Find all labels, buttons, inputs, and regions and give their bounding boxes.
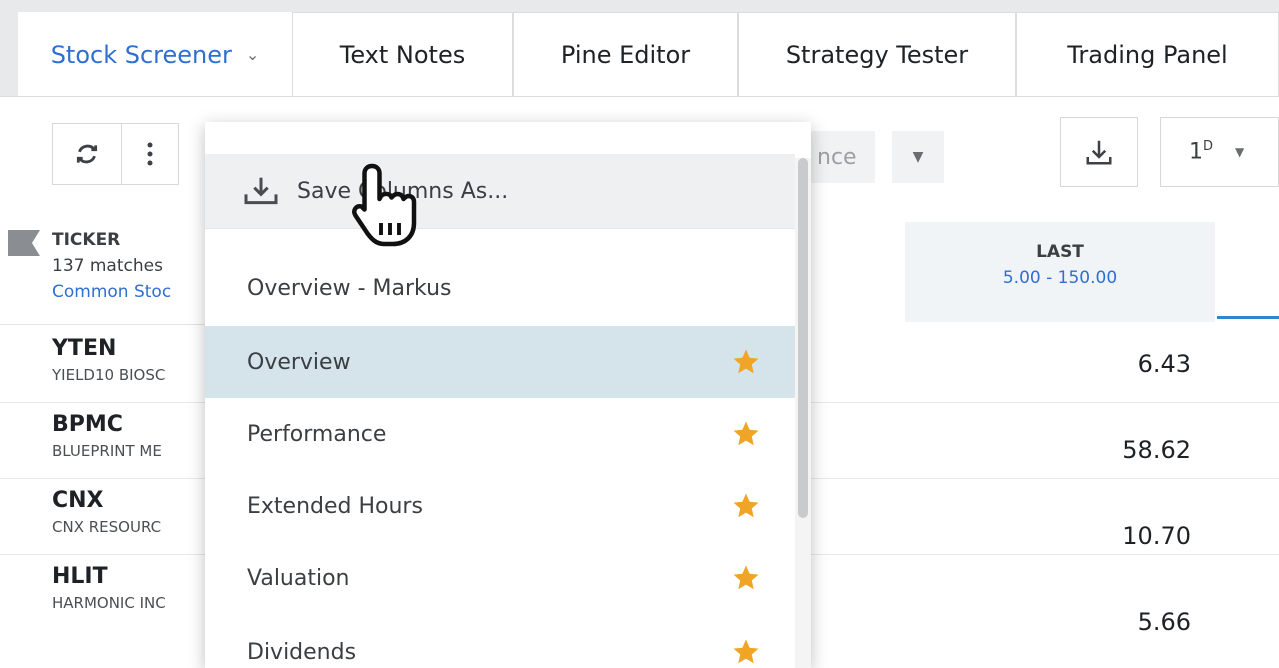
refresh-button[interactable] [52, 123, 122, 185]
tab-strategy-tester[interactable]: Strategy Tester [738, 12, 1016, 96]
tab-stock-screener[interactable]: Stock Screener ⌄ [18, 12, 292, 96]
tab-text-notes[interactable]: Text Notes [292, 12, 513, 96]
column-set-label: Extended Hours [247, 493, 423, 519]
dropdown-scrollbar[interactable] [795, 158, 811, 668]
star-icon[interactable] [731, 419, 761, 449]
chevron-down-icon[interactable]: ⌄ [246, 45, 259, 64]
filter-select-value: nce [817, 144, 857, 170]
column-set-item[interactable]: Performance [205, 398, 795, 470]
interval-value: 1D [1189, 139, 1214, 165]
more-vertical-icon [147, 142, 153, 166]
last-header-label: LAST [1036, 242, 1084, 262]
last-column-header[interactable]: LAST 5.00 - 150.00 [905, 222, 1215, 322]
column-set-item[interactable]: Dividends [205, 616, 795, 668]
last-range: 5.00 - 150.00 [1002, 268, 1118, 288]
column-set-item[interactable]: Overview - Markus [205, 252, 795, 324]
row-last-price: 10.70 [1122, 522, 1191, 550]
column-set-label: Overview - Markus [247, 275, 452, 301]
column-sets-dropdown: Save Columns As... Overview - Markus Ove… [205, 122, 811, 668]
filter-select[interactable]: nce [805, 131, 875, 183]
row-last-price: 5.66 [1137, 608, 1191, 636]
row-company-name: BLUEPRINT ME [52, 442, 162, 460]
column-set-label: Dividends [247, 639, 357, 665]
column-set-label: Valuation [247, 565, 350, 591]
star-icon[interactable] [731, 563, 761, 593]
caret-down-icon: ▼ [912, 149, 924, 165]
row-symbol: YTEN [52, 336, 117, 361]
column-set-label: Overview [247, 349, 351, 375]
column-set-item[interactable]: Overview [205, 326, 795, 398]
screener-window: Stock Screener ⌄ Text Notes Pine Editor … [0, 0, 1279, 668]
download-icon [244, 177, 278, 205]
tab-label: Strategy Tester [785, 40, 969, 69]
star-icon[interactable] [731, 491, 761, 521]
row-last-price: 58.62 [1122, 436, 1191, 464]
tab-pine-editor[interactable]: Pine Editor [513, 12, 738, 96]
more-options-button[interactable] [121, 123, 179, 185]
caret-down-icon: ▼ [1235, 145, 1245, 159]
scrollbar-thumb[interactable] [798, 158, 808, 518]
star-icon[interactable] [731, 347, 761, 377]
ticker-column-header[interactable]: TICKER 137 matches Common Stoc [0, 212, 210, 325]
export-button[interactable] [1060, 117, 1138, 187]
row-company-name: CNX RESOURC [52, 518, 162, 536]
row-company-name: HARMONIC INC [52, 594, 166, 612]
row-symbol: HLIT [52, 564, 108, 589]
refresh-icon [76, 144, 98, 164]
row-last-price: 6.43 [1137, 350, 1191, 378]
column-set-item[interactable]: Valuation [205, 542, 795, 614]
row-company-name: YIELD10 BIOSC [52, 366, 166, 384]
sort-indicator [1217, 316, 1279, 319]
divider [205, 228, 795, 229]
tab-label: Stock Screener [50, 40, 232, 69]
save-columns-as-item[interactable]: Save Columns As... [205, 154, 795, 228]
interval-select[interactable]: 1D ▼ [1160, 117, 1279, 187]
tab-trading-panel[interactable]: Trading Panel [1016, 12, 1279, 96]
column-set-label: Performance [247, 421, 387, 447]
matches-count: 137 matches [52, 256, 163, 276]
star-icon[interactable] [731, 637, 761, 667]
tab-label: Trading Panel [1067, 40, 1228, 69]
row-symbol: CNX [52, 488, 104, 513]
tab-label: Pine Editor [560, 40, 691, 69]
filter-type-link[interactable]: Common Stoc [52, 282, 204, 302]
tab-label: Text Notes [339, 40, 466, 69]
download-icon [1086, 140, 1112, 165]
flag-icon[interactable] [8, 230, 40, 256]
tab-bar: Stock Screener ⌄ Text Notes Pine Editor … [0, 0, 1279, 96]
column-set-item[interactable]: Extended Hours [205, 470, 795, 542]
hand-cursor-icon [352, 163, 417, 247]
ticker-header-label: TICKER [52, 230, 121, 250]
filter-dropdown-button[interactable]: ▼ [892, 131, 944, 183]
row-symbol: BPMC [52, 412, 123, 437]
